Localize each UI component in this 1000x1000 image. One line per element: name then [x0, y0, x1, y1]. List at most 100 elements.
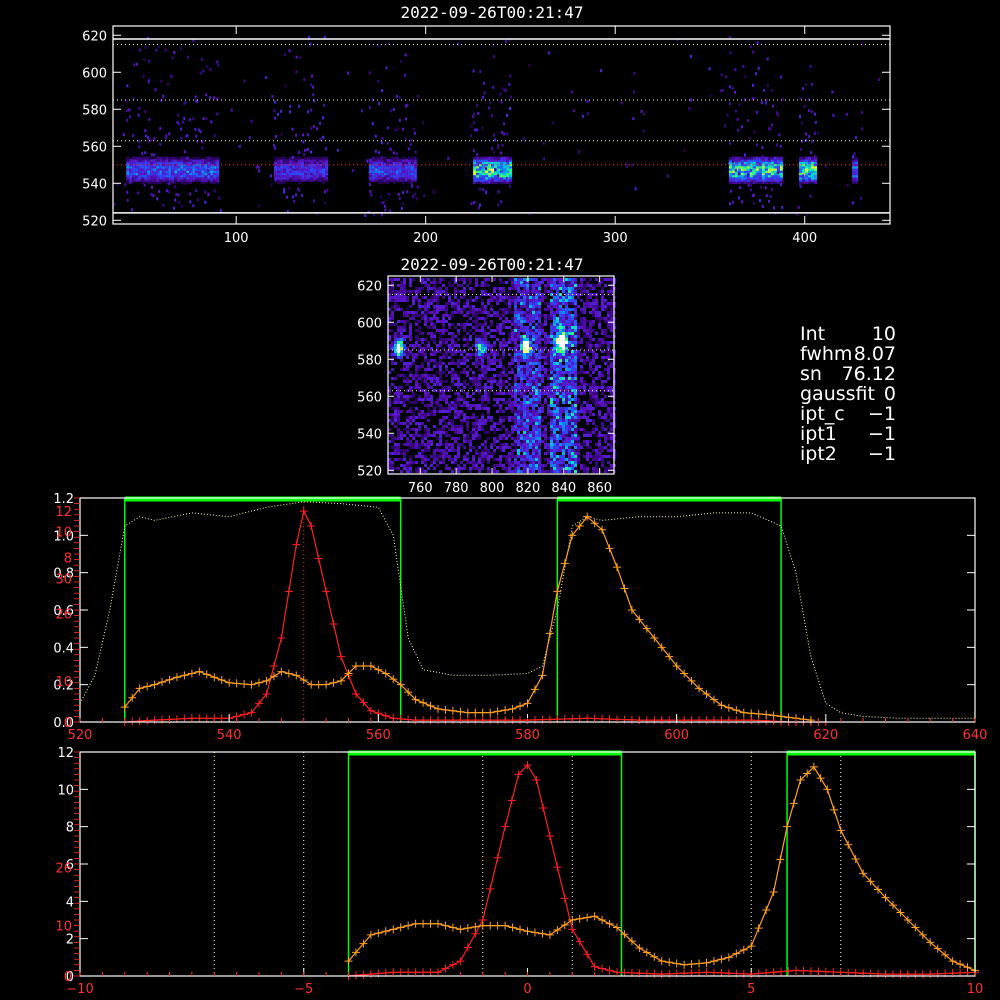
- heat-pixel: [430, 326, 433, 329]
- heat-pixel: [517, 422, 520, 425]
- heat-pixel: [397, 347, 400, 350]
- heat-pixel: [424, 428, 427, 431]
- heat-pixel: [568, 422, 571, 425]
- y-tick-label: 540: [82, 177, 107, 192]
- heat-pixel: [520, 344, 523, 347]
- heat-pixel: [478, 452, 481, 455]
- heat-pixel: [592, 353, 595, 356]
- heat-pixel: [559, 374, 562, 377]
- heat-pixel: [514, 386, 517, 389]
- heat-pixel: [436, 302, 439, 305]
- heat-pixel: [406, 380, 409, 383]
- heat-pixel: [559, 416, 562, 419]
- heat-pixel: [445, 356, 448, 359]
- heat-pixel: [460, 353, 463, 356]
- heat-pixel: [550, 386, 553, 389]
- heat-pixel: [478, 368, 481, 371]
- heat-pixel: [544, 428, 547, 431]
- heat-pixel: [541, 293, 544, 296]
- noise-pixel: [302, 140, 305, 144]
- heat-pixel: [538, 401, 541, 404]
- heat-pixel: [562, 332, 565, 335]
- heat-pixel: [577, 392, 580, 395]
- heat-pixel: [484, 311, 487, 314]
- band-pixel: [737, 156, 741, 160]
- heat-pixel: [394, 356, 397, 359]
- heat-pixel: [433, 401, 436, 404]
- heat-pixel: [469, 470, 472, 473]
- y-tick-label: 560: [82, 140, 107, 155]
- band-speckle: [404, 104, 407, 108]
- heat-pixel: [574, 380, 577, 383]
- heat-pixel: [490, 296, 493, 299]
- heat-pixel: [481, 443, 484, 446]
- heat-pixel: [427, 398, 430, 401]
- heat-pixel: [571, 368, 574, 371]
- heat-pixel: [589, 395, 592, 398]
- heat-pixel: [562, 344, 565, 347]
- heat-pixel: [526, 338, 529, 341]
- heat-pixel: [442, 452, 445, 455]
- heat-pixel: [394, 338, 397, 341]
- heat-pixel: [493, 362, 496, 365]
- heat-pixel: [532, 458, 535, 461]
- heat-pixel: [481, 419, 484, 422]
- heat-pixel: [553, 443, 556, 446]
- heat-pixel: [421, 374, 424, 377]
- heat-pixel: [571, 308, 574, 311]
- heat-pixel: [454, 374, 457, 377]
- noise-pixel: [179, 47, 182, 51]
- heat-pixel: [487, 413, 490, 416]
- heat-pixel: [496, 329, 499, 332]
- heat-pixel: [514, 308, 517, 311]
- noise-pixel: [690, 98, 693, 102]
- heat-pixel: [592, 308, 595, 311]
- heat-pixel: [523, 353, 526, 356]
- heat-pixel: [535, 404, 538, 407]
- band-speckle: [395, 95, 398, 99]
- heat-pixel: [475, 407, 478, 410]
- heat-pixel: [415, 365, 418, 368]
- heat-pixel: [559, 326, 562, 329]
- heat-pixel: [523, 296, 526, 299]
- heat-pixel: [553, 416, 556, 419]
- band-speckle: [153, 136, 156, 140]
- heat-pixel: [400, 470, 403, 473]
- heat-pixel: [535, 422, 538, 425]
- heat-pixel: [505, 470, 508, 473]
- heat-pixel: [568, 443, 571, 446]
- band-speckle: [852, 201, 855, 205]
- band-speckle: [144, 129, 147, 133]
- heat-pixel: [541, 296, 544, 299]
- heat-pixel: [550, 371, 553, 374]
- heat-pixel: [538, 329, 541, 332]
- heat-pixel: [514, 299, 517, 302]
- noise-pixel: [187, 55, 190, 59]
- heat-pixel: [490, 320, 493, 323]
- heat-pixel: [505, 317, 508, 320]
- heat-pixel: [457, 383, 460, 386]
- heat-pixel: [427, 365, 430, 368]
- heat-pixel: [505, 374, 508, 377]
- heat-pixel: [574, 335, 577, 338]
- noise-pixel: [742, 65, 745, 69]
- heat-pixel: [517, 374, 520, 377]
- heat-pixel: [421, 365, 424, 368]
- heat-pixel: [451, 344, 454, 347]
- heat-pixel: [424, 437, 427, 440]
- heat-pixel: [583, 287, 586, 290]
- band-pixel: [216, 156, 220, 160]
- heat-pixel: [520, 311, 523, 314]
- heat-pixel: [559, 455, 562, 458]
- heat-pixel: [406, 461, 409, 464]
- heat-pixel: [427, 341, 430, 344]
- heat-pixel: [403, 398, 406, 401]
- heat-pixel: [535, 452, 538, 455]
- heat-pixel: [475, 431, 478, 434]
- heat-pixel: [517, 329, 520, 332]
- noise-pixel: [527, 63, 530, 67]
- heat-pixel: [397, 407, 400, 410]
- heat-pixel: [487, 365, 490, 368]
- heat-pixel: [403, 314, 406, 317]
- heat-pixel: [439, 461, 442, 464]
